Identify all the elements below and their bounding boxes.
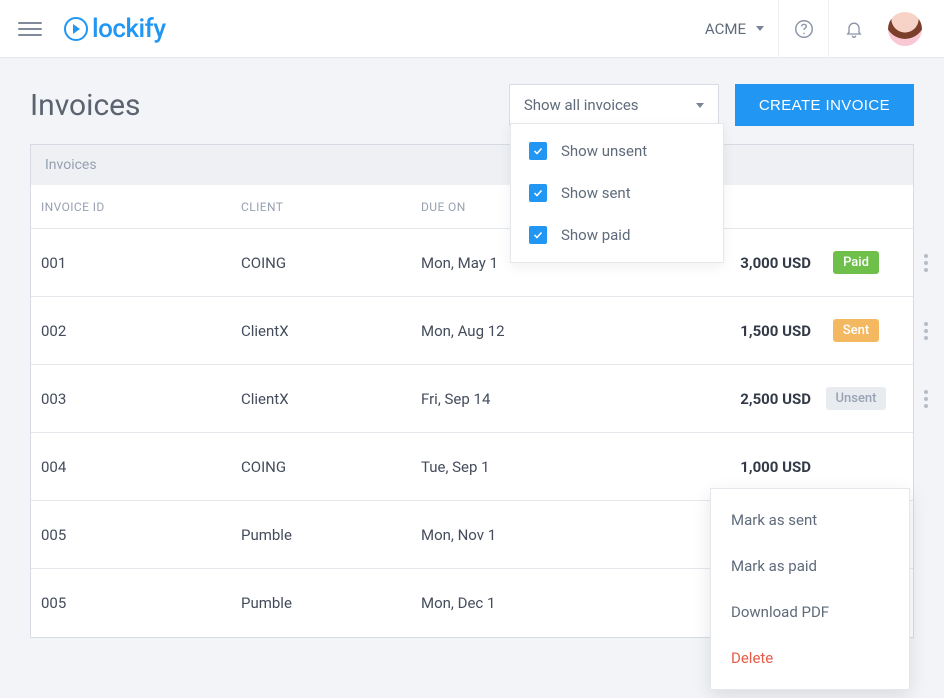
- cell-client: ClientX: [241, 322, 421, 340]
- filter-selected-label: Show all invoices: [524, 96, 639, 114]
- row-menu-item[interactable]: Download PDF: [711, 589, 909, 635]
- row-menu-item[interactable]: Mark as paid: [711, 543, 909, 589]
- row-actions-button[interactable]: [918, 316, 934, 346]
- checkbox-checked-icon: [529, 226, 547, 244]
- table-row[interactable]: 003ClientXFri, Sep 142,500 USD Unsent: [31, 365, 913, 433]
- col-client: CLIENT: [241, 200, 421, 214]
- row-menu-item[interactable]: Delete: [711, 635, 909, 681]
- cell-due-on: Mon, Aug 12: [421, 322, 651, 340]
- invoice-filter-select[interactable]: Show all invoices: [509, 84, 719, 126]
- logo-mark-icon: [64, 17, 88, 41]
- page-header: Invoices Show all invoices CREATE INVOIC…: [0, 58, 944, 144]
- notifications-button[interactable]: [828, 0, 878, 58]
- cell-actions: [901, 316, 944, 346]
- cell-amount: 1,000 USD: [651, 458, 811, 476]
- filter-option-label: Show paid: [561, 226, 630, 244]
- cell-client: Pumble: [241, 594, 421, 612]
- create-invoice-label: CREATE INVOICE: [759, 97, 890, 114]
- row-actions-button[interactable]: [918, 384, 934, 414]
- cell-status: Unsent: [811, 387, 901, 410]
- cell-invoice-id: 005: [41, 594, 241, 612]
- table-row[interactable]: 002ClientXMon, Aug 121,500 USD Sent: [31, 297, 913, 365]
- cell-invoice-id: 002: [41, 322, 241, 340]
- cell-due-on: Mon, Dec 1: [421, 594, 651, 612]
- cell-due-on: Mon, Nov 1: [421, 526, 651, 544]
- filter-option[interactable]: Show unsent: [511, 130, 723, 172]
- row-actions-menu: Mark as sentMark as paidDownload PDFDele…: [710, 488, 910, 690]
- filter-option-label: Show unsent: [561, 142, 647, 160]
- filter-option-label: Show sent: [561, 184, 631, 202]
- cell-due-on: Fri, Sep 14: [421, 390, 651, 408]
- status-badge: Unsent: [826, 387, 887, 410]
- row-actions-button[interactable]: [918, 248, 934, 278]
- cell-amount: 1,500 USD: [651, 322, 811, 340]
- help-button[interactable]: [778, 0, 828, 58]
- bell-icon: [844, 19, 864, 39]
- cell-invoice-id: 003: [41, 390, 241, 408]
- cell-actions: [901, 384, 944, 414]
- cell-status: Paid: [811, 251, 901, 274]
- page-title: Invoices: [30, 88, 141, 123]
- create-invoice-button[interactable]: CREATE INVOICE: [735, 84, 914, 126]
- invoice-filter-dropdown: Show unsent Show sent Show paid: [510, 123, 724, 263]
- cell-actions: [901, 248, 944, 278]
- table-caption: Invoices: [31, 145, 913, 185]
- logo[interactable]: lockify: [64, 14, 166, 44]
- chevron-down-icon: [696, 103, 704, 108]
- cell-client: COING: [241, 254, 421, 272]
- status-badge: Paid: [833, 251, 879, 274]
- menu-toggle-button[interactable]: [18, 18, 42, 40]
- checkbox-checked-icon: [529, 142, 547, 160]
- cell-invoice-id: 001: [41, 254, 241, 272]
- org-name: ACME: [705, 20, 746, 38]
- filter-option[interactable]: Show paid: [511, 214, 723, 256]
- chevron-down-icon: [756, 26, 764, 31]
- col-invoice-id: INVOICE ID: [41, 200, 241, 214]
- topbar: lockify ACME: [0, 0, 944, 58]
- table-row[interactable]: 001COINGMon, May 13,000 USDPaid: [31, 229, 913, 297]
- cell-amount: 2,500 USD: [651, 390, 811, 408]
- help-icon: [793, 18, 815, 40]
- logo-text: lockify: [92, 14, 166, 44]
- cell-client: ClientX: [241, 390, 421, 408]
- cell-invoice-id: 005: [41, 526, 241, 544]
- cell-due-on: Tue, Sep 1: [421, 458, 651, 476]
- cell-client: COING: [241, 458, 421, 476]
- table-header-row: INVOICE ID CLIENT DUE ON: [31, 185, 913, 229]
- filter-option[interactable]: Show sent: [511, 172, 723, 214]
- cell-client: Pumble: [241, 526, 421, 544]
- cell-invoice-id: 004: [41, 458, 241, 476]
- checkbox-checked-icon: [529, 184, 547, 202]
- org-switcher[interactable]: ACME: [691, 20, 778, 38]
- avatar[interactable]: [888, 12, 922, 46]
- row-menu-item[interactable]: Mark as sent: [711, 497, 909, 543]
- cell-status: Sent: [811, 319, 901, 342]
- status-badge: Sent: [833, 319, 879, 342]
